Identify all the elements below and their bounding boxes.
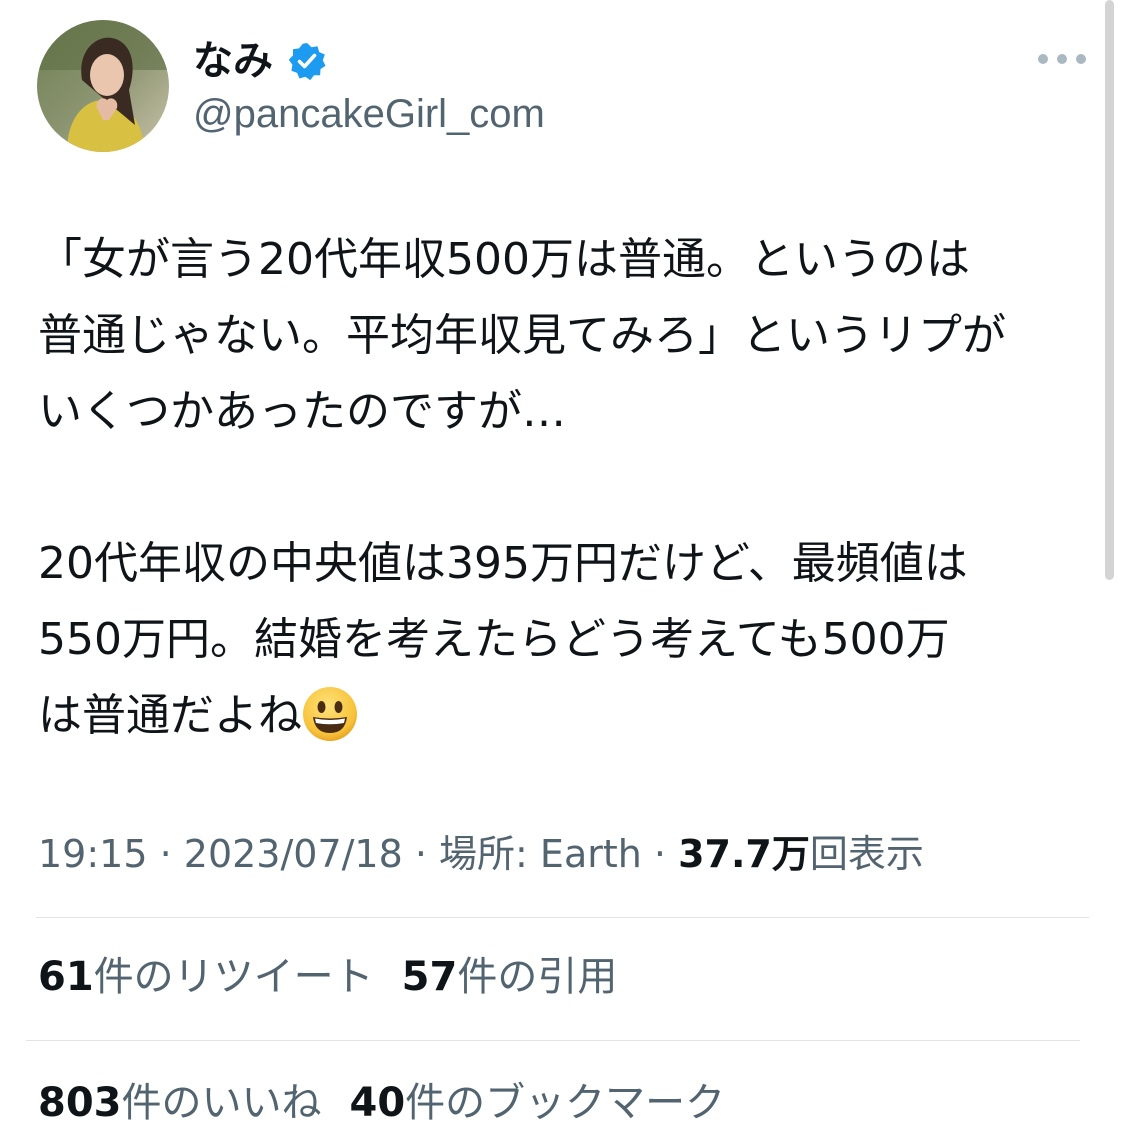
meta-separator: · xyxy=(147,832,184,876)
tweet-line-last: は普通だよね xyxy=(38,678,1098,754)
views-count: 37.7万 xyxy=(678,832,810,876)
display-name[interactable]: なみ xyxy=(193,34,273,88)
verified-badge-icon xyxy=(288,43,326,81)
quotes-stat[interactable]: 57件の引用 xyxy=(402,954,618,1000)
meta-separator: · xyxy=(641,832,679,876)
tweet-meta: 19:15 · 2023/07/18 · 場所: Earth · 37.7万回表… xyxy=(38,826,924,882)
avatar[interactable] xyxy=(37,20,169,152)
quotes-count: 57 xyxy=(401,954,458,1000)
author-header: なみ xyxy=(193,34,327,88)
tweet-location: 場所: Earth xyxy=(439,832,642,876)
tweet-line-blank xyxy=(38,450,1098,526)
stats-row-1: 61件のリツイート 57件の引用 xyxy=(38,949,645,1005)
retweets-label: 件のリツイート xyxy=(93,954,374,1000)
likes-label: 件のいいね xyxy=(121,1080,322,1126)
tweet-line: 「女が言う20代年収500万は普通。というのは xyxy=(38,234,970,285)
author-handle[interactable]: @pancakeGirl_com xyxy=(193,88,545,140)
bookmarks-label: 件のブックマーク xyxy=(405,1080,726,1126)
retweets-count: 61 xyxy=(38,954,94,1000)
tweet-line: 20代年収の中央値は395万円だけど、最頻値は xyxy=(38,538,968,589)
divider xyxy=(26,1040,1080,1041)
bookmarks-stat[interactable]: 40件のブックマーク xyxy=(350,1080,726,1126)
tweet-line: いくつかあったのですが… xyxy=(38,386,566,437)
meta-separator: · xyxy=(402,832,440,876)
more-dot xyxy=(1057,54,1067,64)
likes-stat[interactable]: 803件のいいね xyxy=(38,1080,322,1126)
likes-count: 803 xyxy=(38,1080,122,1126)
tweet-time[interactable]: 19:15 xyxy=(38,832,148,876)
bookmarks-count: 40 xyxy=(349,1080,406,1126)
quotes-label: 件の引用 xyxy=(457,954,618,1000)
more-dot xyxy=(1076,54,1086,64)
tweet-line: 550万円。結婚を考えたらどう考えても500万 xyxy=(38,614,950,665)
more-horizontal-icon xyxy=(1038,54,1048,64)
tweet-line: は普通だよね xyxy=(38,690,302,741)
stats-row-2: 803件のいいね 40件のブックマーク xyxy=(38,1075,753,1131)
tweet-line: 普通じゃない。平均年収見てみろ」というリプが xyxy=(38,310,1006,361)
grinning-face-emoji-icon xyxy=(303,687,357,741)
tweet-date[interactable]: 2023/07/18 xyxy=(184,832,403,876)
more-options-button[interactable] xyxy=(1038,44,1086,74)
tweet-text: 「女が言う20代年収500万は普通。というのは 普通じゃない。平均年収見てみろ」… xyxy=(38,222,1098,754)
divider xyxy=(36,917,1089,918)
views-label: 回表示 xyxy=(809,832,924,876)
scrollbar[interactable] xyxy=(1105,0,1114,580)
retweets-stat[interactable]: 61件のリツイート xyxy=(38,954,374,1000)
